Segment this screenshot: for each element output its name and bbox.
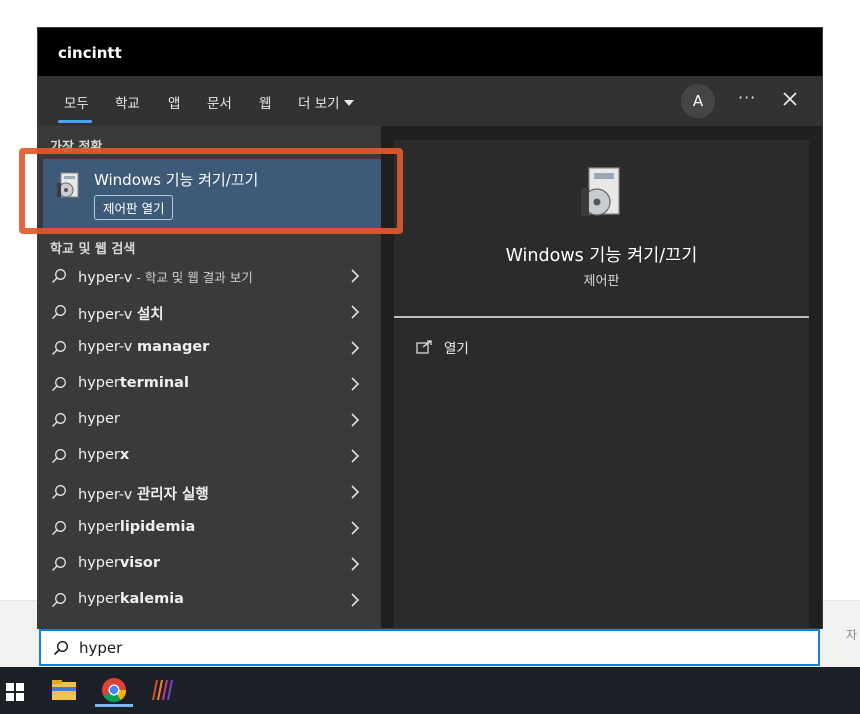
search-icon [53, 640, 69, 656]
control-panel-features-icon [581, 167, 620, 216]
suggestion-query: hyper [78, 375, 120, 391]
suggestion-text: hyper-v - 학교 및 웹 결과 보기 [78, 267, 253, 286]
suggestion-item[interactable]: hyper-v 설치 [38, 294, 381, 330]
tab-all[interactable]: 모두 [64, 92, 89, 112]
chevron-right-icon [351, 341, 360, 355]
search-input[interactable]: hyper [79, 639, 122, 657]
tab-apps[interactable]: 앱 [168, 92, 180, 112]
pinned-app-icon[interactable] [147, 675, 177, 705]
search-window: cincintt 모두 학교 앱 문서 웹 더 보기 A ··· 가장 정확 W… [38, 28, 822, 628]
windows-start-icon[interactable] [6, 683, 24, 701]
suggestion-text: hyper-v 설치 [78, 303, 164, 324]
chevron-right-icon [351, 557, 360, 571]
chevron-right-icon [351, 593, 360, 607]
suggestion-query: hyper [78, 411, 120, 427]
suggestion-query: hyper [78, 591, 120, 607]
suggestion-hint: - 학교 및 웹 결과 보기 [132, 270, 253, 285]
suggestion-item[interactable]: hyperx [38, 438, 381, 474]
suggestion-item[interactable]: hyper-v 관리자 실행 [38, 474, 381, 510]
suggestion-text: hyper [78, 411, 120, 427]
search-icon [51, 413, 66, 428]
chevron-right-icon [351, 269, 360, 283]
search-icon [51, 593, 66, 608]
suggestion-completion: 설치 [136, 307, 164, 323]
chevron-right-icon [351, 485, 360, 499]
chrome-icon[interactable] [99, 675, 129, 705]
chevron-right-icon [351, 305, 360, 319]
suggestion-item[interactable]: hyperterminal [38, 366, 381, 402]
tab-web[interactable]: 웹 [259, 92, 271, 112]
more-label: 더 보기 [298, 96, 340, 112]
search-icon [51, 521, 66, 536]
search-icon [51, 557, 66, 572]
chevron-right-icon [351, 377, 360, 391]
detail-title: Windows 기능 켜기/끄기 [505, 246, 698, 266]
open-action[interactable]: 열기 [416, 337, 469, 357]
suggestion-item[interactable]: hyperlipidemia [38, 510, 381, 546]
detail-panel: Windows 기능 켜기/끄기 제어판 열기 [394, 140, 809, 628]
web-search-header: 학교 및 웹 검색 [50, 242, 136, 257]
search-icon [51, 269, 66, 284]
suggestion-item[interactable]: hypervisor [38, 546, 381, 582]
search-icon [51, 305, 66, 320]
active-tab-indicator [58, 120, 92, 123]
search-icon [51, 485, 66, 500]
open-external-icon [416, 340, 432, 354]
suggestion-query: hyper-v [78, 487, 137, 503]
file-explorer-icon[interactable] [49, 675, 79, 705]
suggestion-completion: 관리자 실행 [136, 487, 209, 503]
suggestion-text: hypervisor [78, 555, 160, 571]
suggestion-text: hyperlipidemia [78, 519, 195, 535]
suggestion-query: hyper [78, 519, 120, 535]
chevron-down-icon [343, 100, 354, 106]
suggestion-item[interactable]: hyper-v - 학교 및 웹 결과 보기 [38, 258, 381, 294]
search-icon [51, 377, 66, 392]
account-avatar[interactable]: A [681, 84, 715, 118]
suggestion-query: hyper-v [78, 270, 133, 286]
active-app-indicator [95, 704, 133, 707]
close-icon[interactable] [780, 89, 800, 109]
suggestion-list: hyper-v - 학교 및 웹 결과 보기 hyper-v 설치 hyper-v … [38, 258, 381, 618]
search-icon [51, 341, 66, 356]
suggestion-completion: lipidemia [119, 519, 196, 535]
suggestion-completion: x [119, 447, 130, 463]
suggestion-completion: terminal [119, 375, 189, 391]
suggestion-completion: manager [136, 339, 210, 355]
open-action-label: 열기 [444, 341, 469, 357]
title-bar: cincintt [38, 28, 822, 76]
suggestion-query: hyper [78, 447, 120, 463]
search-box[interactable]: hyper [39, 629, 820, 666]
suggestion-item[interactable]: hyper-v manager [38, 330, 381, 366]
suggestion-query: hyper-v [78, 339, 137, 355]
detail-subtitle: 제어판 [583, 274, 620, 289]
suggestion-query: hyper-v [78, 307, 137, 323]
taskbar [0, 667, 860, 714]
window-title: cincintt [58, 44, 122, 62]
tab-more-dropdown[interactable]: 더 보기 [298, 92, 354, 112]
detail-divider [394, 316, 809, 318]
highlight-annotation [19, 148, 403, 234]
tab-school[interactable]: 학교 [115, 92, 140, 112]
chevron-right-icon [351, 521, 360, 535]
suggestion-text: hyperkalemia [78, 591, 184, 607]
suggestion-text: hyper-v 관리자 실행 [78, 483, 209, 504]
suggestion-query: hyper [78, 555, 120, 571]
suggestion-item[interactable]: hyperkalemia [38, 582, 381, 618]
chevron-right-icon [351, 413, 360, 427]
chevron-right-icon [351, 449, 360, 463]
search-filter-bar: 모두 학교 앱 문서 웹 더 보기 A ··· [38, 76, 822, 126]
suggestion-text: hyperx [78, 447, 129, 463]
more-options-icon[interactable]: ··· [738, 88, 756, 107]
suggestion-item[interactable]: hyper [38, 402, 381, 438]
search-icon [51, 449, 66, 464]
suggestion-text: hyperterminal [78, 375, 189, 391]
suggestion-completion: kalemia [119, 591, 184, 607]
suggestion-completion: visor [119, 555, 161, 571]
suggestion-text: hyper-v manager [78, 339, 209, 355]
tab-documents[interactable]: 문서 [207, 92, 232, 112]
background-side-text: 자 [846, 628, 858, 642]
